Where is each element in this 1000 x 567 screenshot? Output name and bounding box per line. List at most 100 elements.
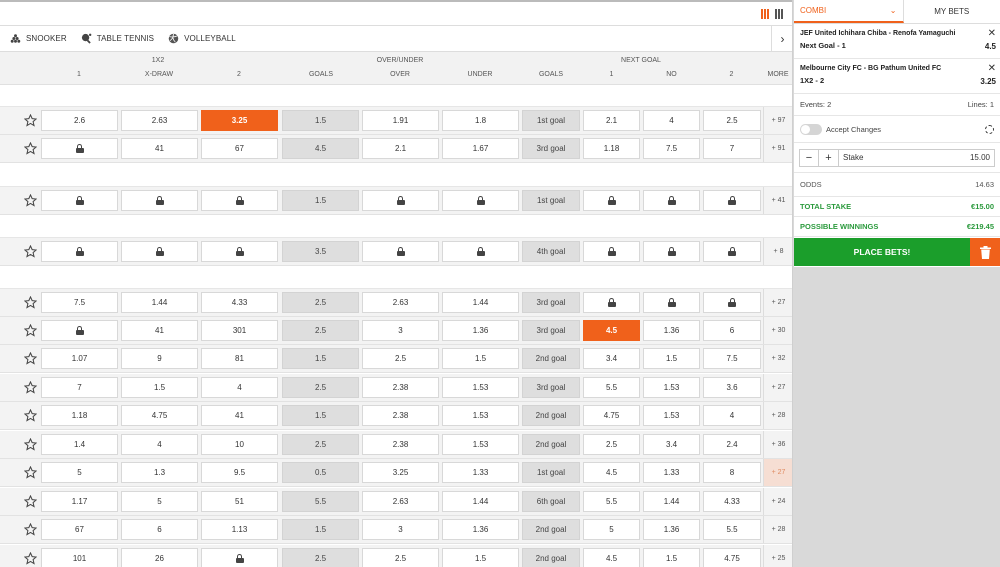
odds-button[interactable]: 1.4 <box>41 434 118 455</box>
star-icon[interactable] <box>24 523 37 536</box>
odds-button[interactable]: 2.1 <box>583 110 640 131</box>
odds-button[interactable]: 10 <box>201 434 278 455</box>
odds-button[interactable]: 1.53 <box>643 377 700 398</box>
odds-button[interactable]: 1.53 <box>643 405 700 426</box>
odds-button[interactable] <box>121 190 198 211</box>
star-icon[interactable] <box>24 466 37 479</box>
odds-button[interactable]: 5.5 <box>583 491 640 512</box>
more-markets-button[interactable]: + 24 <box>763 488 792 515</box>
odds-button[interactable]: 1.5 <box>442 348 519 369</box>
odds-button[interactable]: 3.25 <box>201 110 278 131</box>
odds-button[interactable]: 3.25 <box>362 462 439 483</box>
more-markets-button[interactable]: + 27 <box>763 289 792 316</box>
odds-button[interactable]: 7.5 <box>643 138 700 159</box>
place-bets-button[interactable]: PLACE BETS! <box>794 238 970 266</box>
odds-button[interactable]: 2.38 <box>362 377 439 398</box>
odds-button[interactable]: 5 <box>583 519 640 540</box>
accept-changes-toggle[interactable] <box>800 123 822 135</box>
odds-button[interactable] <box>201 241 278 262</box>
list-view-icon[interactable] <box>761 9 771 19</box>
odds-button[interactable] <box>703 241 761 262</box>
odds-button[interactable]: 1.53 <box>442 405 519 426</box>
star-icon[interactable] <box>24 438 37 451</box>
odds-button[interactable]: 4 <box>703 405 761 426</box>
more-markets-button[interactable]: + 91 <box>763 135 792 162</box>
odds-button[interactable]: 81 <box>201 348 278 369</box>
odds-button[interactable]: 41 <box>121 320 198 341</box>
odds-button[interactable] <box>362 241 439 262</box>
odds-button[interactable]: 7.5 <box>41 292 118 313</box>
odds-button[interactable]: 2.63 <box>362 292 439 313</box>
odds-button[interactable]: 9 <box>121 348 198 369</box>
odds-button[interactable] <box>643 241 700 262</box>
odds-button[interactable]: 6 <box>703 320 761 341</box>
star-icon[interactable] <box>24 296 37 309</box>
odds-button[interactable]: 4.5 <box>583 320 640 341</box>
close-icon[interactable]: ✕ <box>988 28 996 39</box>
odds-button[interactable] <box>41 320 118 341</box>
odds-button[interactable]: 2.5 <box>703 110 761 131</box>
odds-button[interactable]: 3.4 <box>643 434 700 455</box>
odds-button[interactable] <box>41 241 118 262</box>
odds-button[interactable] <box>362 190 439 211</box>
odds-button[interactable]: 1.5 <box>121 377 198 398</box>
odds-button[interactable]: 1.5 <box>643 348 700 369</box>
odds-button[interactable]: 4.75 <box>583 405 640 426</box>
odds-button[interactable]: 2.38 <box>362 434 439 455</box>
star-icon[interactable] <box>24 495 37 508</box>
odds-button[interactable]: 3.4 <box>583 348 640 369</box>
odds-button[interactable]: 4.33 <box>703 491 761 512</box>
odds-button[interactable]: 5.5 <box>583 377 640 398</box>
odds-button[interactable]: 1.36 <box>442 320 519 341</box>
odds-button[interactable]: 2.5 <box>362 548 439 567</box>
odds-button[interactable]: 1.36 <box>643 519 700 540</box>
settings-icon[interactable] <box>985 125 994 134</box>
odds-button[interactable]: 3.6 <box>703 377 761 398</box>
odds-button[interactable]: 8 <box>703 462 761 483</box>
grid-view-icon[interactable] <box>775 9 785 19</box>
star-icon[interactable] <box>24 114 37 127</box>
odds-button[interactable] <box>583 241 640 262</box>
star-icon[interactable] <box>24 194 37 207</box>
more-markets-button[interactable]: + 27 <box>763 374 792 401</box>
odds-button[interactable]: 1.91 <box>362 110 439 131</box>
odds-button[interactable]: 1.44 <box>643 491 700 512</box>
odds-button[interactable]: 1.53 <box>442 434 519 455</box>
odds-button[interactable]: 4.75 <box>121 405 198 426</box>
odds-button[interactable] <box>201 190 278 211</box>
star-icon[interactable] <box>24 552 37 565</box>
odds-button[interactable]: 1.44 <box>442 292 519 313</box>
odds-button[interactable]: 1.17 <box>41 491 118 512</box>
stake-increase-button[interactable]: + <box>819 148 839 167</box>
odds-button[interactable]: 2.5 <box>583 434 640 455</box>
odds-button[interactable] <box>643 292 700 313</box>
odds-button[interactable]: 7 <box>703 138 761 159</box>
odds-button[interactable]: 1.5 <box>643 548 700 567</box>
stake-input[interactable]: Stake 15.00 <box>839 148 995 167</box>
star-icon[interactable] <box>24 352 37 365</box>
odds-button[interactable]: 2.63 <box>362 491 439 512</box>
odds-button[interactable]: 1.07 <box>41 348 118 369</box>
odds-button[interactable] <box>442 190 519 211</box>
odds-button[interactable]: 1.33 <box>643 462 700 483</box>
odds-button[interactable]: 67 <box>201 138 278 159</box>
stake-decrease-button[interactable]: − <box>799 148 819 167</box>
odds-button[interactable] <box>583 292 640 313</box>
odds-button[interactable]: 4.5 <box>583 462 640 483</box>
odds-button[interactable]: 9.5 <box>201 462 278 483</box>
odds-button[interactable]: 5 <box>121 491 198 512</box>
odds-button[interactable]: 1.18 <box>583 138 640 159</box>
odds-button[interactable]: 2.4 <box>703 434 761 455</box>
odds-button[interactable]: 101 <box>41 548 118 567</box>
odds-button[interactable]: 4.5 <box>583 548 640 567</box>
odds-button[interactable]: 4.33 <box>201 292 278 313</box>
tab-combi[interactable]: COMBI ⌄ <box>794 0 904 23</box>
more-markets-button[interactable]: + 28 <box>763 402 792 429</box>
odds-button[interactable]: 2.5 <box>362 348 439 369</box>
odds-button[interactable]: 6 <box>121 519 198 540</box>
odds-button[interactable] <box>703 190 761 211</box>
odds-button[interactable] <box>643 190 700 211</box>
star-icon[interactable] <box>24 409 37 422</box>
odds-button[interactable]: 5.5 <box>703 519 761 540</box>
odds-button[interactable]: 1.13 <box>201 519 278 540</box>
